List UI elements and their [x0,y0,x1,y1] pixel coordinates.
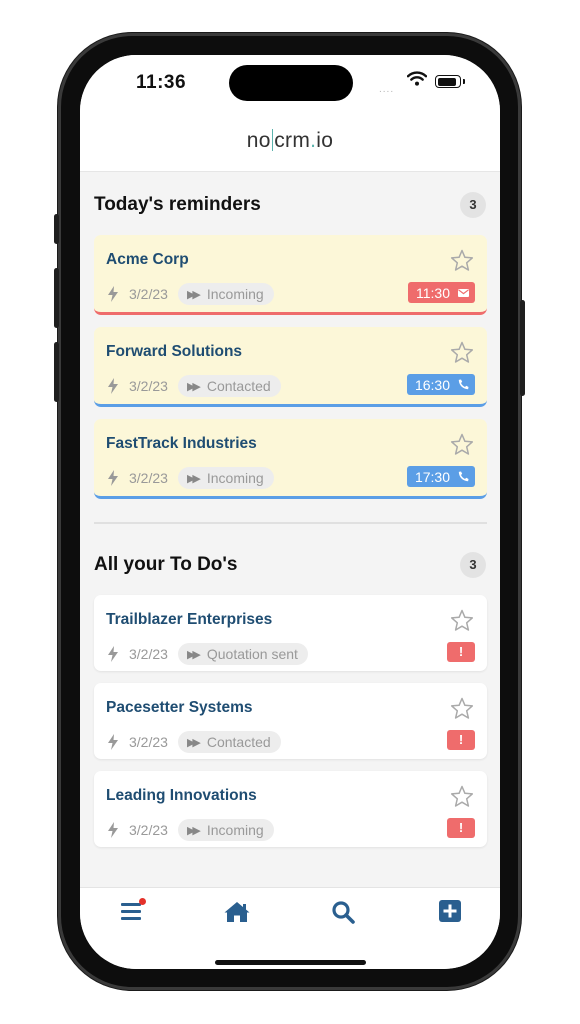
reminder-time: 16:30 [414,376,450,393]
status-label: Quotation sent [206,646,298,662]
fast-forward-icon: ▶▶ [186,824,201,837]
star-icon[interactable] [450,785,474,813]
add-icon[interactable] [439,900,461,927]
phone-volume-up [54,268,59,328]
lightning-icon [108,822,118,838]
todo-card-pacesetter[interactable]: Pacesetter Systems 3/2/23 ▶▶ Contacted ! [94,683,487,759]
lightning-icon [108,286,118,302]
status-pill: ▶▶ Incoming [177,467,274,489]
reminder-meta: 3/2/23 ▶▶ Incoming [107,467,274,489]
fast-forward-icon: ▶▶ [186,472,201,485]
todos-title: All your To Do's [94,554,238,575]
reminder-company: Forward Solutions [106,343,243,360]
phone-power-button [520,300,525,396]
mail-icon [458,288,469,297]
logo-crm: crm [274,129,311,152]
app-header: no crm.io [80,117,500,172]
reminder-card-fasttrack[interactable]: FastTrack Industries 3/2/23 ▶▶ Incoming 1… [94,419,487,499]
app-logo: no crm.io [247,129,333,153]
app-screen: 11:36 .... no crm.io Today's reminders 3 … [80,55,500,969]
lightning-icon [108,734,118,750]
dynamic-island [229,65,353,101]
star-icon[interactable] [450,609,474,637]
signal-icon: .... [379,84,395,95]
reminder-company: Acme Corp [106,251,189,268]
status-pill: ▶▶ Incoming [177,819,274,841]
reminder-time-badge: 11:30 [408,282,475,303]
status-time: 11:36 [136,72,187,93]
overdue-alert-badge: ! [447,642,475,662]
reminder-date: 3/2/23 [129,470,168,486]
todo-company: Leading Innovations [106,787,257,804]
phone-icon [458,471,469,482]
reminder-date: 3/2/23 [129,286,168,302]
overdue-alert-badge: ! [447,818,475,838]
fast-forward-icon: ▶▶ [186,380,201,393]
todo-card-trailblazer[interactable]: Trailblazer Enterprises 3/2/23 ▶▶ Quotati… [94,595,487,671]
logo-no: no [246,129,271,152]
overdue-alert-badge: ! [447,730,475,750]
reminder-meta: 3/2/23 ▶▶ Contacted [107,375,281,397]
reminder-time-badge: 16:30 [406,374,475,395]
search-icon[interactable] [331,900,355,929]
todo-company: Pacesetter Systems [106,699,253,716]
status-label: Contacted [206,734,271,750]
lightning-icon [108,378,118,394]
star-icon[interactable] [450,697,474,725]
todos-count-badge: 3 [460,552,486,578]
phone-volume-down [54,342,59,402]
status-label: Incoming [206,286,264,302]
home-icon[interactable] [223,900,251,929]
fast-forward-icon: ▶▶ [186,288,201,301]
reminder-time: 11:30 [416,284,450,301]
fast-forward-icon: ▶▶ [186,648,201,661]
reminder-date: 3/2/23 [129,378,168,394]
reminder-meta: 3/2/23 ▶▶ Incoming [107,283,274,305]
home-indicator [215,960,366,965]
star-icon[interactable] [450,249,474,277]
todo-date: 3/2/23 [129,822,168,838]
reminder-company: FastTrack Industries [106,435,257,452]
todo-date: 3/2/23 [129,646,168,662]
star-icon[interactable] [450,433,474,461]
phone-side-button [54,214,59,244]
logo-divider [271,129,274,151]
todo-meta: 3/2/23 ▶▶ Quotation sent [107,643,308,665]
status-pill: ▶▶ Quotation sent [177,643,308,665]
logo-io: io [316,129,334,152]
fast-forward-icon: ▶▶ [186,736,201,749]
reminder-card-acme[interactable]: Acme Corp 3/2/23 ▶▶ Incoming 11:30 [94,235,487,315]
reminders-title: Today's reminders [94,194,261,215]
todo-meta: 3/2/23 ▶▶ Contacted [107,731,281,753]
reminder-card-forward[interactable]: Forward Solutions 3/2/23 ▶▶ Contacted 16:… [94,327,487,407]
status-pill: ▶▶ Contacted [177,731,281,753]
lightning-icon [108,470,118,486]
reminder-time-badge: 17:30 [406,466,475,487]
notification-dot [139,898,146,905]
todo-meta: 3/2/23 ▶▶ Incoming [107,819,274,841]
phone-icon [458,379,469,390]
todo-card-leading[interactable]: Leading Innovations 3/2/23 ▶▶ Incoming ! [94,771,487,847]
wifi-icon [406,71,428,91]
status-label: Contacted [206,378,271,394]
status-label: Incoming [206,470,264,486]
bottom-tab-bar [80,887,500,969]
status-pill: ▶▶ Contacted [177,375,281,397]
battery-icon [435,75,461,88]
status-pill: ▶▶ Incoming [177,283,274,305]
menu-icon[interactable] [120,898,146,927]
reminders-count-badge: 3 [460,192,486,218]
todo-date: 3/2/23 [129,734,168,750]
todo-company: Trailblazer Enterprises [106,611,273,628]
reminder-time: 17:30 [414,468,450,485]
status-bar: 11:36 .... [80,55,500,117]
star-icon[interactable] [450,341,474,369]
section-divider [94,522,487,524]
status-label: Incoming [206,822,264,838]
lightning-icon [108,646,118,662]
battery-cap [463,79,465,84]
